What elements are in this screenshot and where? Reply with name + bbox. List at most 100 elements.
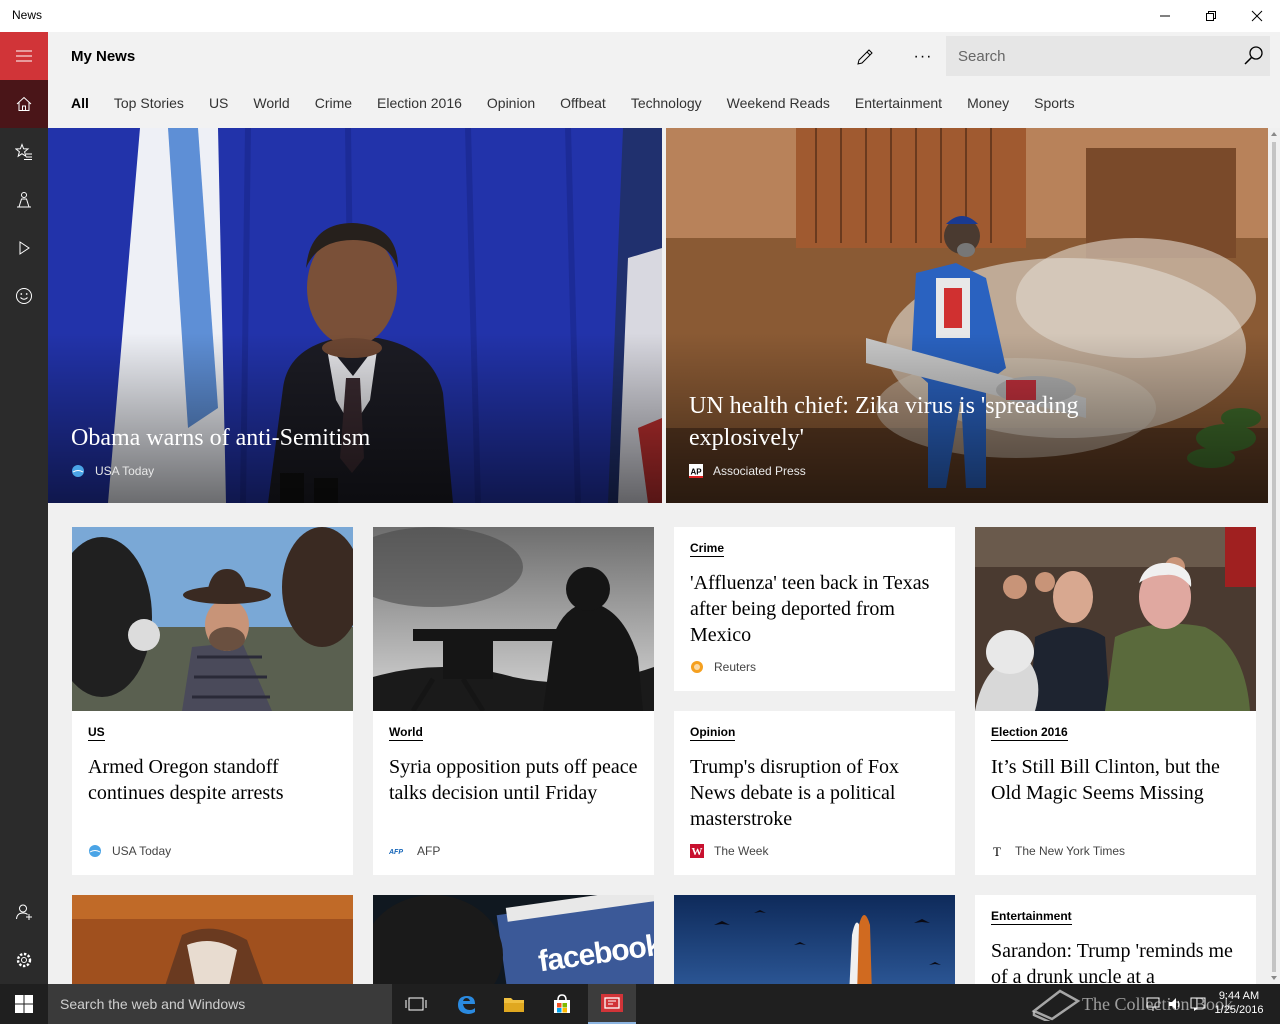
svg-text:AP: AP (691, 468, 703, 477)
nav-home-button[interactable] (0, 80, 48, 128)
the-week-logo-icon: W (690, 844, 704, 858)
windows-logo-icon (15, 995, 33, 1013)
story-category[interactable]: Entertainment (991, 909, 1072, 925)
story-image-horse (72, 895, 353, 984)
tab-election-2016[interactable]: Election 2016 (377, 95, 462, 115)
hero-story-obama[interactable]: Obama warns of anti-Semitism USA Today (48, 128, 662, 503)
folder-icon (504, 998, 524, 1012)
nyt-logo-icon: T (993, 844, 1001, 858)
store-bag-icon (554, 994, 570, 1013)
edge-icon (458, 996, 475, 1014)
story-headline: It’s Still Bill Clinton, but the Old Mag… (991, 756, 1220, 804)
tab-opinion[interactable]: Opinion (487, 95, 535, 115)
nav-local-button[interactable] (0, 176, 48, 224)
file-explorer-button[interactable] (490, 984, 538, 1024)
story-headline: Sarandon: Trump 'reminds me of a drunk u… (991, 940, 1233, 984)
system-clock[interactable]: 9:44 AM 1/25/2016 (1206, 989, 1272, 1017)
search-icon[interactable] (1242, 44, 1266, 68)
story-card-clinton[interactable]: Election 2016 It’s Still Bill Clinton, b… (975, 527, 1256, 875)
story-category[interactable]: Election 2016 (991, 725, 1068, 741)
tab-technology[interactable]: Technology (631, 95, 702, 115)
taskbar-search-input[interactable] (48, 984, 392, 1024)
svg-text:AFP: AFP (389, 849, 403, 856)
taskbar: The Collection Book 9:44 AM 1/25/2016 (0, 984, 1280, 1024)
ap-logo-icon: AP (689, 464, 703, 478)
tab-world[interactable]: World (253, 95, 289, 115)
nav-interests-button[interactable] (0, 128, 48, 176)
search-box (946, 36, 1270, 76)
story-headline: 'Affluenza' teen back in Texas after bei… (690, 572, 930, 646)
story-card-horse[interactable] (72, 895, 353, 984)
tab-top-stories[interactable]: Top Stories (114, 95, 184, 115)
nav-feedback-button[interactable] (0, 272, 48, 320)
close-button[interactable] (1234, 0, 1280, 32)
restore-button[interactable] (1188, 0, 1234, 32)
afp-logo-icon: AFP (389, 849, 403, 856)
action-center-icon[interactable] (1190, 996, 1206, 1012)
tab-crime[interactable]: Crime (315, 95, 352, 115)
start-button[interactable] (0, 984, 48, 1024)
settings-icon (16, 952, 32, 968)
tab-all[interactable]: All (71, 95, 89, 115)
task-view-icon (405, 997, 427, 1011)
story-headline: Syria opposition puts off peace talks de… (389, 756, 638, 804)
tab-offbeat[interactable]: Offbeat (560, 95, 606, 115)
story-card-affluenza[interactable]: Crime 'Affluenza' teen back in Texas aft… (674, 527, 955, 691)
story-source: Reuters (690, 660, 756, 674)
scroll-down-icon[interactable] (1270, 974, 1278, 982)
story-source-name: Reuters (714, 660, 757, 674)
hamburger-menu-button[interactable] (0, 32, 48, 80)
story-card-trump-fox[interactable]: Opinion Trump's disruption of Fox News d… (674, 711, 955, 875)
story-category[interactable]: US (88, 725, 105, 741)
scroll-up-icon[interactable] (1270, 130, 1278, 138)
story-card-facebook[interactable]: facebook (373, 895, 654, 984)
video-icon (19, 241, 30, 255)
story-source-name: AFP (417, 844, 441, 858)
taskbar-search (48, 984, 392, 1024)
home-icon (16, 96, 32, 111)
edge-button[interactable] (442, 984, 490, 1024)
story-card-sarandon[interactable]: Entertainment Sarandon: Trump 'reminds m… (975, 895, 1256, 984)
story-card-oregon[interactable]: US Armed Oregon standoff continues despi… (72, 527, 353, 875)
story-source: AFP AFP (389, 844, 440, 858)
story-category[interactable]: World (389, 725, 423, 741)
minimize-button[interactable] (1142, 0, 1188, 32)
edit-button[interactable] (848, 42, 882, 72)
story-card-shuttle[interactable] (674, 895, 955, 984)
store-button[interactable] (538, 984, 586, 1024)
reuters-logo-icon (691, 661, 703, 673)
story-source: T The New York Times (991, 844, 1125, 858)
svg-text:W: W (692, 846, 703, 858)
news-app-taskbar-button[interactable] (588, 984, 636, 1024)
title-bar: News (0, 0, 1280, 32)
network-icon[interactable] (1146, 996, 1160, 1012)
svg-text:T: T (993, 844, 1001, 858)
tab-us[interactable]: US (209, 95, 228, 115)
nav-video-button[interactable] (0, 224, 48, 272)
search-input[interactable] (946, 36, 1236, 76)
feedback-icon (16, 288, 32, 304)
page-title: My News (71, 48, 136, 65)
nav-settings-button[interactable] (0, 936, 48, 984)
header: My News ··· All Top Stories US World Cri… (48, 32, 1280, 128)
story-category[interactable]: Opinion (690, 725, 736, 741)
restore-icon (1206, 11, 1216, 21)
news-feed: Obama warns of anti-Semitism USA Today U… (48, 128, 1268, 984)
usa-today-logo-icon (89, 845, 101, 857)
hero-source: USA Today (71, 464, 154, 478)
story-source: W The Week (690, 844, 768, 858)
hero-story-zika[interactable]: UN health chief: Zika virus is 'spreadin… (666, 128, 1268, 503)
task-view-button[interactable] (392, 984, 440, 1024)
feed-scrollbar[interactable] (1268, 128, 1280, 984)
scrollbar-thumb[interactable] (1272, 142, 1276, 972)
tab-sports[interactable]: Sports (1034, 95, 1074, 115)
story-source: USA Today (88, 844, 171, 858)
nav-account-button[interactable] (0, 888, 48, 936)
story-card-syria[interactable]: World Syria opposition puts off peace ta… (373, 527, 654, 875)
more-button[interactable]: ··· (906, 42, 940, 72)
tab-entertainment[interactable]: Entertainment (855, 95, 942, 115)
tab-money[interactable]: Money (967, 95, 1009, 115)
volume-icon[interactable] (1168, 996, 1182, 1012)
story-category[interactable]: Crime (690, 541, 725, 557)
tab-weekend-reads[interactable]: Weekend Reads (727, 95, 830, 115)
